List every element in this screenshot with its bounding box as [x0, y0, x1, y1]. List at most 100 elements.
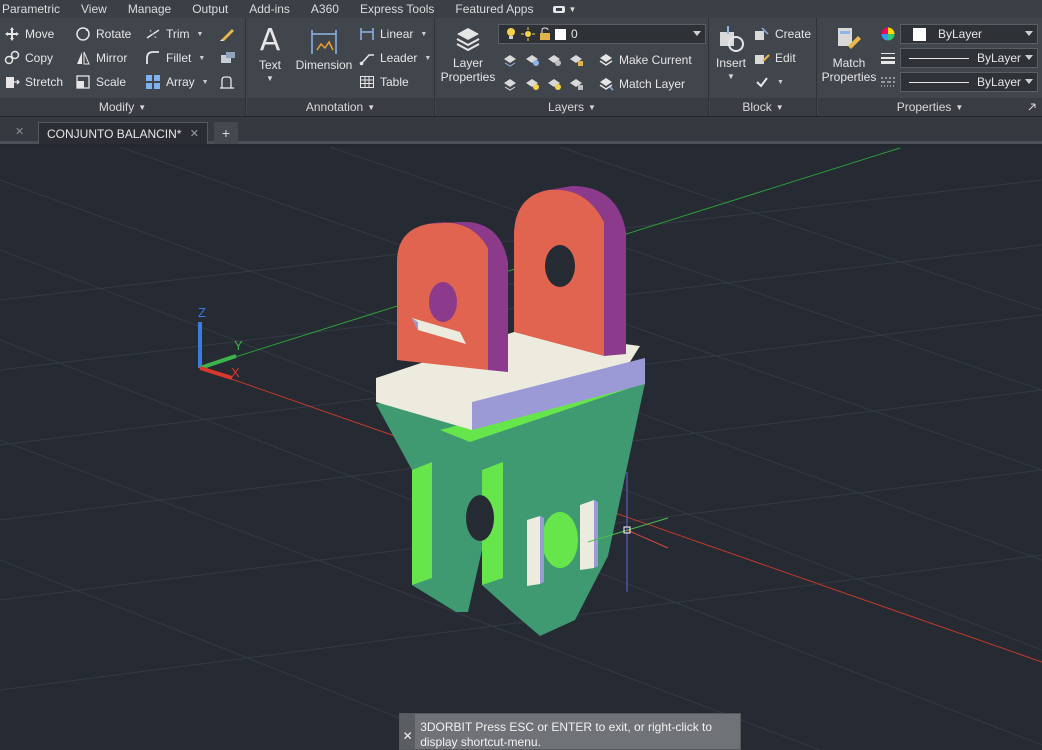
copy-icon [4, 50, 20, 65]
command-line-grip[interactable]: ✕ [400, 714, 416, 749]
lineweight-icon [881, 53, 895, 64]
layer-freeze-icon [526, 55, 539, 66]
layer-dropdown[interactable]: 0 [498, 24, 706, 44]
table-button[interactable]: Table [359, 72, 409, 92]
ribbon-toggle-button[interactable]: ▼ [552, 4, 576, 14]
create-label: Create [775, 27, 812, 41]
insert-button[interactable]: Insert ▼ [714, 24, 748, 84]
menu-manage[interactable]: Manage [126, 2, 171, 16]
leader-icon [359, 54, 374, 66]
scale-button[interactable]: Scale [75, 72, 126, 92]
scale-label: Scale [96, 75, 127, 89]
upper-clevis-hole-right [545, 245, 575, 287]
layers-title: Layers [548, 100, 585, 114]
layer-tool-freeze-button[interactable] [524, 50, 540, 70]
unlock-icon [540, 27, 550, 40]
chevron-down-icon: ▼ [420, 30, 428, 38]
color-dropdown[interactable]: ByLayer [900, 24, 1038, 44]
match-properties-brush-icon [838, 28, 861, 49]
chevron-down-icon: ▼ [955, 102, 964, 112]
layer-tool-unlock-button[interactable] [568, 74, 584, 94]
layer-unisolate-icon [504, 79, 516, 91]
properties-panel-title[interactable]: Properties ▼ [818, 98, 1042, 116]
offset-button[interactable] [219, 72, 237, 92]
layer-tool-thaw-button[interactable] [524, 74, 540, 94]
match-layer-button[interactable]: Match Layer [598, 74, 685, 94]
chevron-down-icon [1025, 31, 1033, 36]
annotation-panel-title[interactable]: Annotation ▼ [247, 98, 434, 116]
new-tab-button[interactable]: + [214, 122, 238, 144]
document-tab-conjunto-balancin[interactable]: CONJUNTO BALANCIN* ✕ [38, 122, 208, 144]
lightbulb-icon [507, 28, 515, 39]
linear-button[interactable]: Linear ▼ [359, 24, 427, 44]
layer-tool-on-button[interactable] [546, 74, 562, 94]
array-button[interactable]: Array ▼ [145, 72, 209, 92]
menu-featured-apps[interactable]: Featured Apps [453, 2, 533, 16]
ucs-z-label: Z [198, 305, 206, 320]
rotate-icon [76, 27, 90, 41]
edit-block-icon [755, 54, 770, 64]
layer-tool-unisolate-button[interactable] [502, 74, 518, 94]
ucs-y-label: Y [234, 338, 243, 353]
close-icon[interactable]: ✕ [15, 125, 24, 138]
rotate-label: Rotate [96, 27, 132, 41]
close-icon[interactable]: ✕ [403, 729, 413, 743]
menu-a360[interactable]: A360 [309, 2, 339, 16]
menu-parametric[interactable]: Parametric [0, 2, 60, 16]
layers-panel-title[interactable]: Layers ▼ [436, 98, 708, 116]
menu-express-tools[interactable]: Express Tools [358, 2, 434, 16]
layer-tool-lock-button[interactable] [568, 50, 584, 70]
layer-unlock-icon [570, 79, 583, 90]
drawing-viewport[interactable]: Z Y X [0, 147, 1042, 750]
chevron-down-icon: ▼ [201, 78, 209, 86]
linetype-dropdown[interactable]: ByLayer [900, 72, 1038, 92]
panel-launcher-icon[interactable] [1028, 103, 1036, 111]
edit-block-button[interactable]: Edit [754, 48, 796, 68]
layer-properties-button[interactable]: Layer Properties [438, 24, 498, 84]
layer-off-icon [548, 55, 561, 66]
lower-fork-hole-front [542, 512, 578, 568]
edit-polyline-button[interactable] [219, 24, 237, 44]
block-panel-title[interactable]: Block ▼ [710, 98, 816, 116]
trim-button[interactable]: Trim ▼ [145, 24, 203, 44]
move-button[interactable]: Move [4, 24, 54, 44]
lower-fork-hole-back [466, 495, 494, 541]
layer-tool-isolate-button[interactable] [502, 50, 518, 70]
leader-button[interactable]: Leader ▼ [359, 48, 431, 68]
layer-tool-off-button[interactable] [546, 50, 562, 70]
make-current-button[interactable]: Make Current [598, 50, 692, 70]
trim-icon [146, 29, 160, 39]
match-layer-icon [599, 78, 614, 91]
block-attribute-button[interactable]: ▼ [754, 72, 784, 92]
menu-view[interactable]: View [79, 2, 107, 16]
stretch-button[interactable]: Stretch [4, 72, 63, 92]
text-button[interactable]: A Text ▼ [255, 24, 285, 86]
model-space-canvas[interactable]: Z Y X [0, 147, 1042, 750]
linetype-sample-line [909, 81, 969, 83]
text-label: Text [258, 58, 281, 72]
copy-button[interactable]: Copy [4, 48, 53, 68]
layer-color-swatch [555, 28, 566, 40]
linear-label: Linear [380, 27, 414, 41]
rotate-button[interactable]: Rotate [75, 24, 131, 44]
close-icon[interactable]: ✕ [190, 127, 199, 140]
command-prompt-text: 3DORBIT Press ESC or ENTER to exit, or r… [420, 720, 713, 749]
dimension-button[interactable]: Dimension [293, 24, 355, 72]
modify-panel-title[interactable]: Modify ▼ [0, 98, 245, 116]
mirror-button[interactable]: Mirror [75, 48, 127, 68]
chevron-down-icon [1025, 79, 1033, 84]
chevron-down-icon: ▼ [196, 30, 204, 38]
lineweight-dropdown[interactable]: ByLayer [900, 48, 1038, 68]
explode-button[interactable] [219, 48, 237, 68]
block-title: Block [742, 100, 772, 114]
create-block-button[interactable]: Create [754, 24, 811, 44]
move-icon [5, 27, 19, 41]
modify-panel: Move Rotate Trim ▼ Copy Mirror Fillet ▼ [0, 18, 246, 116]
menu-output[interactable]: Output [190, 2, 228, 16]
menu-add-ins[interactable]: Add-ins [247, 2, 290, 16]
chevron-down-icon [693, 31, 701, 36]
match-properties-button[interactable]: Match Properties [818, 24, 880, 84]
lineweight-sample-line [909, 57, 969, 59]
fillet-button[interactable]: Fillet ▼ [145, 48, 205, 68]
command-line[interactable]: ✕ 3DORBIT Press ESC or ENTER to exit, or… [399, 713, 741, 750]
